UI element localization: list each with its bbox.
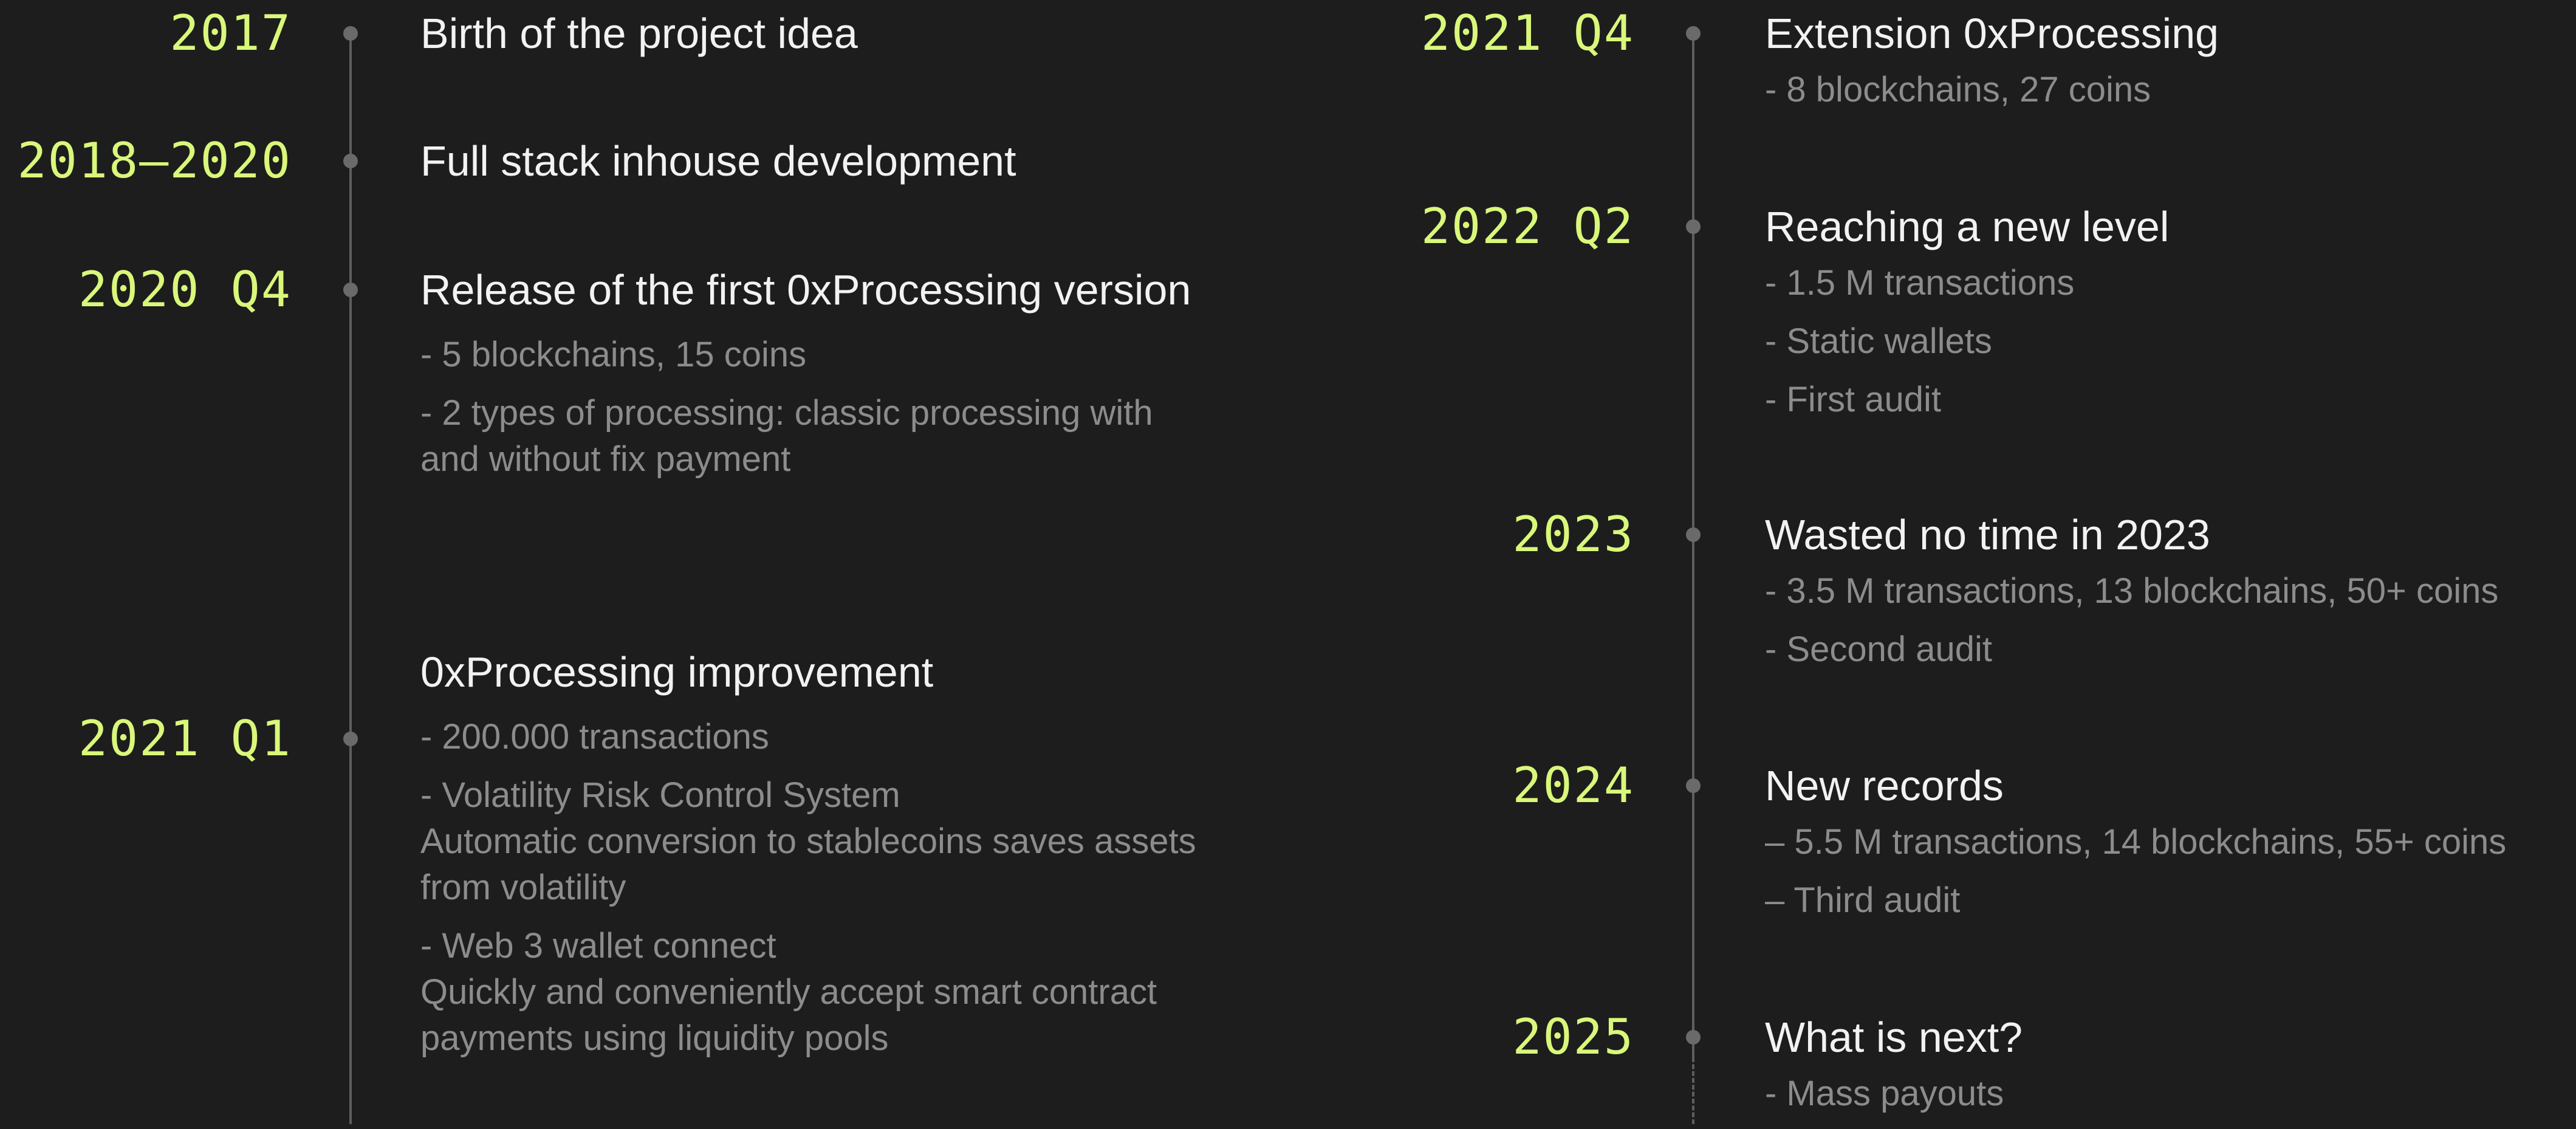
milestone-content: Extension 0xProcessing - 8 blockchains, … — [1765, 3, 2576, 125]
timeline-left: 2017 Birth of the project idea 2018–2020… — [0, 0, 1276, 1124]
timeline-dot — [1686, 778, 1701, 793]
milestone-detail: - 2 types of processing: classic process… — [420, 393, 1153, 479]
milestone-detail: - Mass payouts — [1765, 1074, 2004, 1113]
milestone-details: - 3.5 M transactions, 13 blockchains, 50… — [1765, 568, 2576, 673]
timeline-axis-line — [1692, 30, 1694, 1057]
milestone-year: 2017 — [170, 5, 292, 61]
milestone-year: 2024 — [1512, 757, 1634, 814]
timeline-axis-line — [349, 30, 352, 1124]
milestone-detail: - Volatility Risk Control System Automat… — [420, 775, 1196, 907]
milestone-year: 2022 Q2 — [1420, 198, 1634, 255]
milestone-content: Release of the first 0xProcessing versio… — [420, 259, 1210, 495]
milestone-content: What is next? - Mass payouts — [1765, 1007, 2576, 1129]
milestone-detail: - 8 blockchains, 27 coins — [1765, 70, 2151, 109]
milestone-detail: – 5.5 M transactions, 14 blockchains, 55… — [1765, 822, 2507, 862]
milestone-detail: - Second audit — [1765, 630, 1993, 669]
milestone-content: New records – 5.5 M transactions, 14 blo… — [1765, 755, 2576, 936]
timeline-dot — [343, 732, 358, 746]
timeline-dot — [1686, 26, 1701, 41]
milestone-title: 0xProcessing improvement — [420, 648, 934, 696]
timeline-dot — [1686, 1030, 1701, 1045]
milestone-details: - Mass payouts — [1765, 1071, 2576, 1117]
timeline-dot — [343, 283, 358, 297]
milestone-content: Reaching a new level - 1.5 M transaction… — [1765, 196, 2576, 435]
milestone-detail: - Static wallets — [1765, 321, 1992, 361]
milestone-title: Reaching a new level — [1765, 203, 2170, 250]
milestone-detail: - 1.5 M transactions — [1765, 263, 2075, 303]
timeline-dot — [1686, 219, 1701, 234]
milestone-year: 2021 Q4 — [1420, 5, 1634, 61]
milestone-detail: – Third audit — [1765, 880, 1961, 920]
milestone-title: Release of the first 0xProcessing versio… — [420, 266, 1191, 314]
milestone-details: – 5.5 M transactions, 14 blockchains, 55… — [1765, 819, 2576, 924]
milestone-content: Wasted no time in 2023 - 3.5 M transacti… — [1765, 504, 2576, 685]
milestone-detail: - Web 3 wallet connect Quickly and conve… — [420, 926, 1157, 1058]
milestone-content: Birth of the project idea — [420, 3, 1210, 61]
timeline-dot — [343, 26, 358, 41]
milestone-year: 2018–2020 — [17, 132, 292, 189]
milestone-title: Birth of the project idea — [420, 10, 858, 57]
milestone-year: 2023 — [1512, 506, 1634, 563]
timeline-dot — [343, 154, 358, 168]
milestone-detail: - 5 blockchains, 15 coins — [420, 335, 807, 374]
milestone-title: Extension 0xProcessing — [1765, 10, 2219, 57]
milestone-details: - 8 blockchains, 27 coins — [1765, 67, 2576, 113]
timeline-dot — [1686, 527, 1701, 542]
milestone-details: - 1.5 M transactions - Static wallets - … — [1765, 260, 2576, 423]
milestone-content: 0xProcessing improvement - 200.000 trans… — [420, 642, 1210, 1074]
milestone-detail: - First audit — [1765, 380, 1942, 419]
milestone-content: Full stack inhouse development — [420, 131, 1210, 188]
milestone-title: Wasted no time in 2023 — [1765, 511, 2210, 558]
milestone-title: Full stack inhouse development — [420, 137, 1016, 185]
milestone-year: 2021 Q1 — [78, 710, 292, 767]
milestone-detail: - 3.5 M transactions, 13 blockchains, 50… — [1765, 571, 2499, 611]
timeline-axis-dashed-end — [1692, 1057, 1694, 1124]
milestone-details: - 200.000 transactions - Volatility Risk… — [420, 714, 1210, 1062]
timeline-right: 2021 Q4 Extension 0xProcessing - 8 block… — [1337, 0, 2576, 1124]
milestone-title: What is next? — [1765, 1014, 2023, 1061]
milestone-title: New records — [1765, 762, 2004, 809]
milestone-detail: - 200.000 transactions — [420, 717, 769, 757]
milestone-details: - 5 blockchains, 15 coins - 2 types of p… — [420, 332, 1210, 482]
milestone-year: 2025 — [1512, 1009, 1634, 1065]
milestone-year: 2020 Q4 — [78, 261, 292, 318]
